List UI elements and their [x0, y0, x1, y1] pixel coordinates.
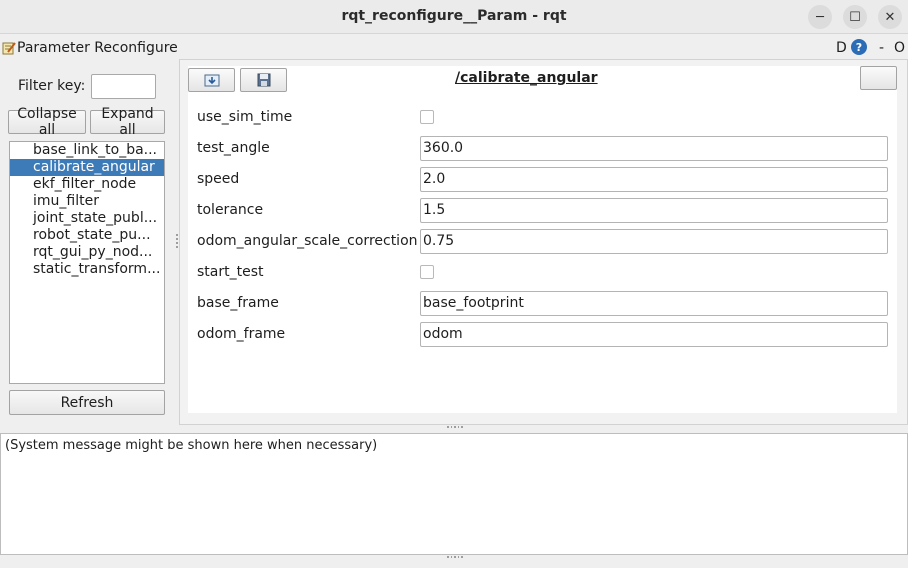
load-params-button[interactable]: [188, 68, 235, 92]
node-item[interactable]: joint_state_publ...: [10, 210, 164, 227]
close-plugin-button[interactable]: O: [894, 40, 905, 56]
param-label-tolerance: tolerance: [197, 202, 264, 218]
param-input-odom-frame[interactable]: odom: [420, 322, 888, 347]
node-item[interactable]: ekf_filter_node: [10, 176, 164, 193]
filter-key-label: Filter key:: [18, 78, 86, 94]
param-label-speed: speed: [197, 171, 240, 187]
system-message-text: (System message might be shown here when…: [5, 438, 378, 453]
minimize-button[interactable]: ─: [808, 5, 832, 29]
load-file-icon: [204, 74, 219, 87]
minimize-plugin-button[interactable]: -: [879, 40, 884, 56]
refresh-button[interactable]: Refresh: [9, 390, 165, 415]
param-label-use-sim-time: use_sim_time: [197, 109, 293, 125]
window-title: rqt_reconfigure__Param - rqt: [341, 8, 567, 24]
param-checkbox-start-test[interactable]: [420, 265, 434, 279]
node-item[interactable]: robot_state_pu...: [10, 227, 164, 244]
param-checkbox-use-sim-time[interactable]: [420, 110, 434, 124]
param-label-odom-angular-scale-correction: odom_angular_scale_correction: [197, 233, 418, 249]
param-input-speed[interactable]: 2.0: [420, 167, 888, 192]
bottom-splitter-handle[interactable]: [447, 556, 463, 559]
node-item[interactable]: rqt_gui_py_nod...: [10, 244, 164, 261]
param-input-tolerance[interactable]: 1.5: [420, 198, 888, 223]
maximize-icon: ☐: [849, 9, 861, 25]
notepad-edit-icon: [2, 42, 16, 55]
expand-all-button[interactable]: Expand all: [90, 106, 165, 138]
param-label-odom-frame: odom_frame: [197, 326, 286, 342]
param-input-base-frame[interactable]: base_footprint: [420, 291, 888, 316]
node-item[interactable]: base_link_to_ba...: [10, 142, 164, 159]
plugin-title: Parameter Reconfigure: [17, 40, 178, 56]
close-editor-button[interactable]: [860, 66, 897, 90]
node-item-selected[interactable]: calibrate_angular: [10, 159, 164, 176]
node-tree-list[interactable]: base_link_to_ba... calibrate_angular ekf…: [9, 141, 165, 384]
maximize-button[interactable]: ☐: [843, 5, 867, 29]
help-icon[interactable]: ?: [851, 39, 867, 55]
close-window-button[interactable]: ✕: [878, 5, 902, 29]
save-params-button[interactable]: [240, 68, 287, 92]
dock-d-button[interactable]: D: [836, 40, 847, 56]
plugin-header: Parameter Reconfigure D ? - O: [0, 38, 908, 58]
param-input-odom-angular-scale-correction[interactable]: 0.75: [420, 229, 888, 254]
param-label-start-test: start_test: [197, 264, 264, 280]
param-input-test-angle[interactable]: 360.0: [420, 136, 888, 161]
param-label-test-angle: test_angle: [197, 140, 270, 156]
minimize-icon: ─: [816, 9, 824, 25]
window-titlebar[interactable]: rqt_reconfigure__Param - rqt ─ ☐ ✕: [0, 0, 908, 34]
node-item[interactable]: static_transform...: [10, 261, 164, 278]
selected-node-title: /calibrate_angular: [455, 70, 598, 86]
filter-key-input[interactable]: [91, 74, 156, 99]
close-icon: ✕: [884, 9, 896, 25]
collapse-all-button[interactable]: Collapse all: [8, 106, 86, 138]
save-disk-icon: [257, 73, 270, 87]
node-item[interactable]: imu_filter: [10, 193, 164, 210]
horizontal-splitter-handle[interactable]: [447, 426, 463, 429]
param-label-base-frame: base_frame: [197, 295, 279, 311]
